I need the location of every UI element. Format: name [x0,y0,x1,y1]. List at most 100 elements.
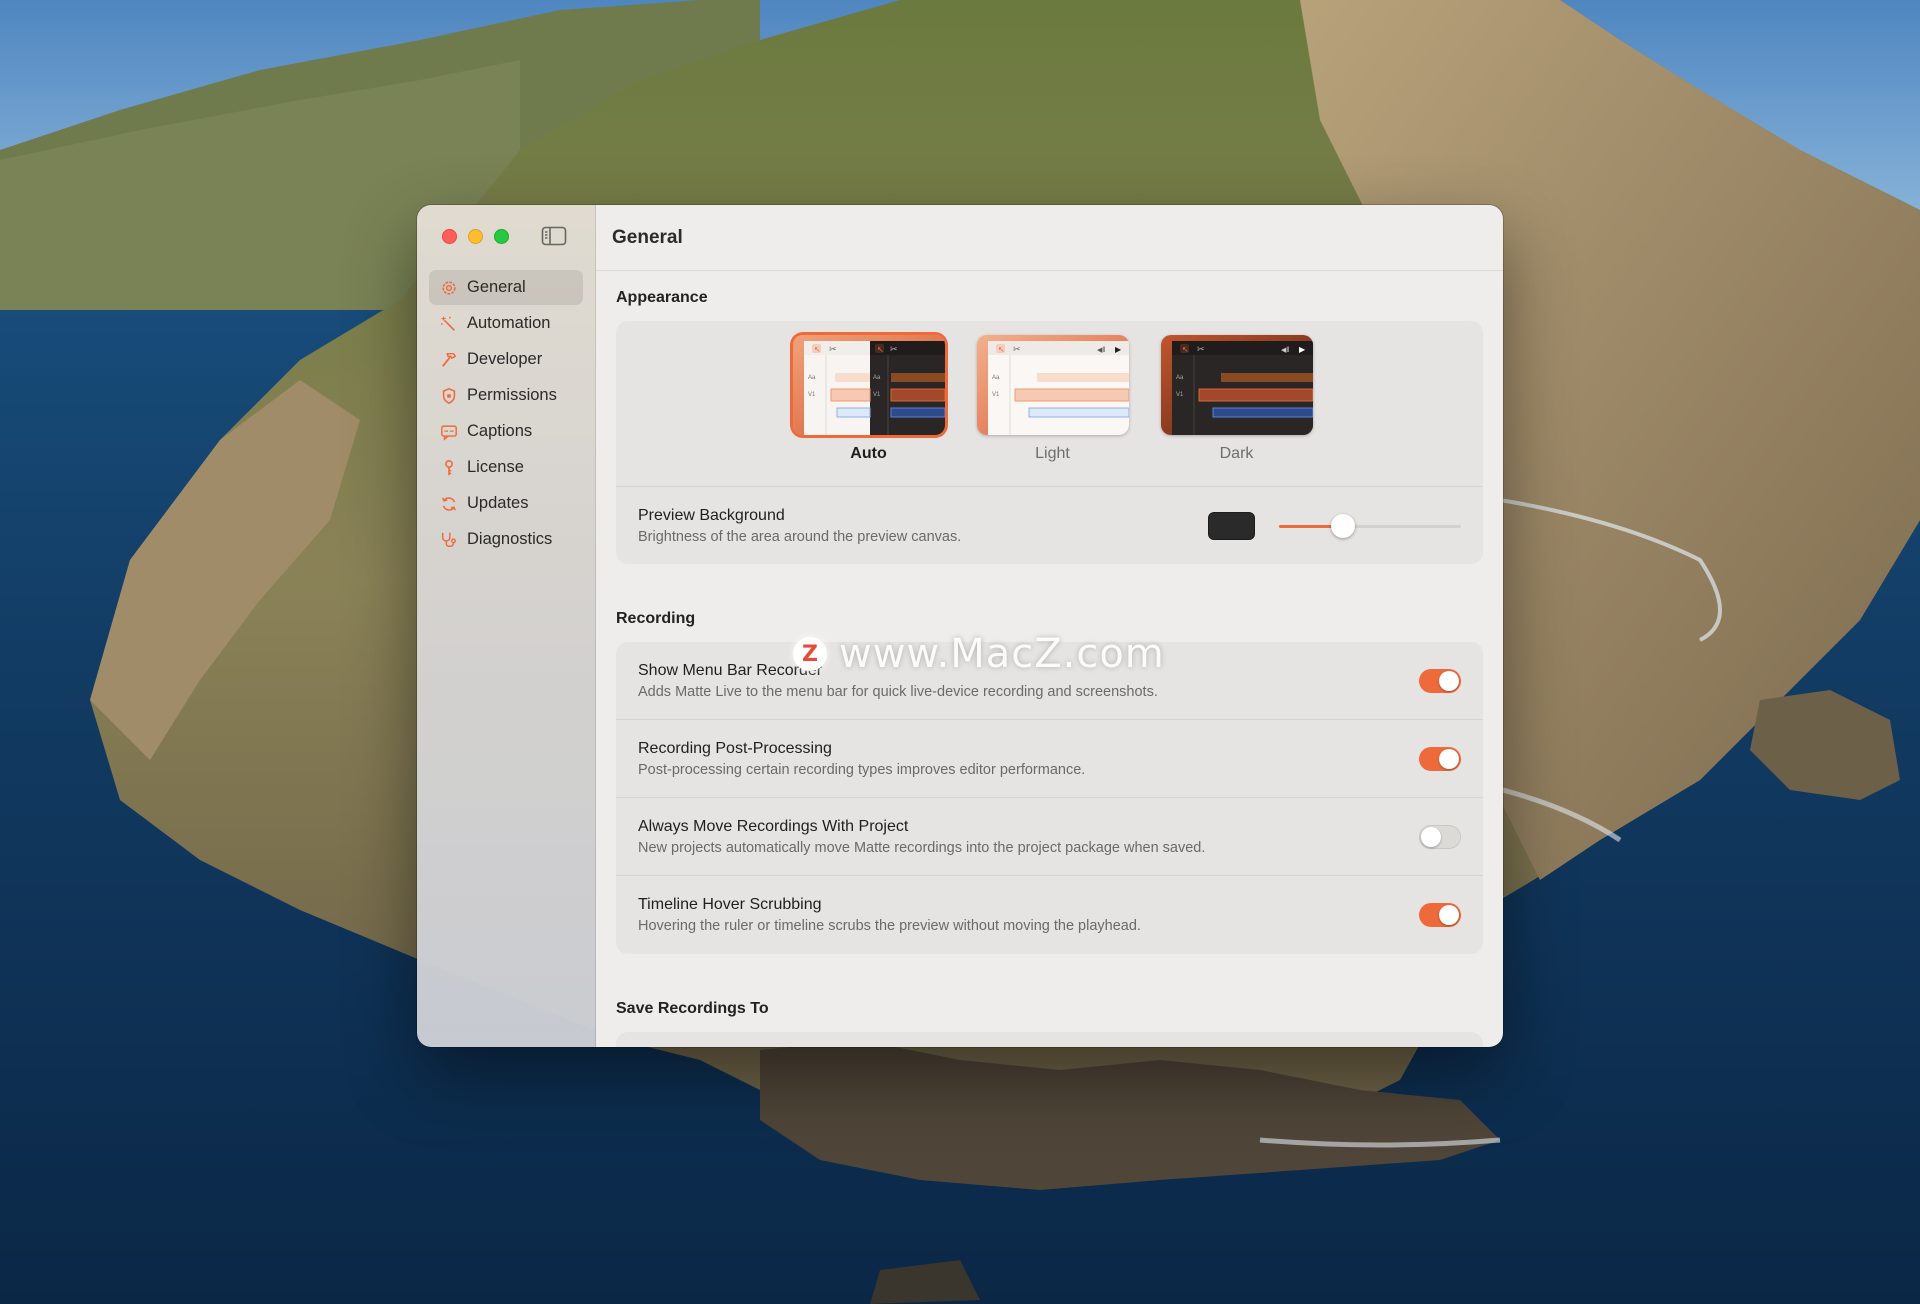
sidebar-item-label: Developer [467,350,543,368]
setting-description: Post-processing certain recording types … [638,761,1086,778]
auto-theme-thumbnail: ↖ ✂ ↖ ✂ Aa V1 Aa V1 [792,335,945,435]
svg-text:Aa: Aa [992,375,1000,381]
svg-text:Aa: Aa [873,375,881,381]
setting-description: New projects automatically move Matte re… [638,839,1206,856]
sidebar-item-captions[interactable]: Captions [429,414,583,449]
toggle-knob [1439,748,1459,769]
refresh-icon [442,496,456,511]
appearance-option-label: Light [1035,445,1070,462]
sidebar-item-label: General [467,278,526,296]
menu-bar-recorder-toggle[interactable] [1419,668,1461,693]
appearance-option-label: Dark [1219,445,1254,462]
toggle-knob [1439,905,1459,925]
toggle-knob [1421,826,1441,847]
svg-text:◀‖: ◀‖ [1097,347,1105,354]
dark-theme-thumbnail: ↖ ✂ ◀‖ ▶ Aa V1 [1160,335,1313,435]
svg-text:↖: ↖ [877,345,884,354]
svg-text:✂: ✂ [1013,344,1021,354]
svg-text:V1: V1 [808,392,816,398]
close-button[interactable] [442,229,457,244]
setting-title: Always Move Recordings With Project [638,817,909,835]
setting-text: Recording Post-Processing Post-processin… [638,740,1419,778]
svg-text:V1: V1 [992,392,1000,398]
save-recordings-section-title: Save Recordings To [616,1000,769,1017]
sidebar-item-label: License [467,458,524,476]
svg-text:↖: ↖ [998,345,1005,354]
setting-row-move-recordings: Always Move Recordings With Project New … [616,798,1483,876]
sidebar-item-label: Permissions [467,386,557,404]
settings-window: General Automation Developer Permissions… [417,205,1503,1047]
sidebar-item-permissions[interactable]: Permissions [429,378,583,413]
slider-knob[interactable] [1330,513,1355,538]
window-controls [442,229,509,244]
page-title: General [612,226,683,248]
preview-background-text: Preview Background Brightness of the are… [638,507,1208,545]
captions-icon [441,424,457,441]
preview-background-color-swatch[interactable] [1208,511,1255,540]
minimize-button[interactable] [468,229,483,244]
sidebar-item-label: Automation [467,314,551,332]
setting-row-post-processing: Recording Post-Processing Post-processin… [616,720,1483,798]
sidebar-item-diagnostics[interactable]: Diagnostics [429,522,583,557]
svg-text:V1: V1 [1176,392,1184,398]
sidebar-item-developer[interactable]: Developer [429,342,583,377]
svg-text:✂: ✂ [1197,344,1205,354]
svg-text:V1: V1 [873,392,881,398]
post-processing-toggle[interactable] [1419,746,1461,771]
hover-scrubbing-toggle[interactable] [1419,903,1461,927]
setting-row-menu-bar-recorder: Show Menu Bar Recorder Adds Matte Live t… [616,642,1483,720]
magic-wand-icon [440,315,455,331]
setting-description: Brightness of the area around the previe… [638,528,962,545]
stethoscope-icon [441,532,456,547]
setting-title: Preview Background [638,506,785,524]
save-recordings-card [616,1032,1483,1047]
appearance-option-light[interactable]: ↖ ✂ ◀‖ ▶ Aa V1 Light [976,335,1129,486]
main-pane: General Appearance ↖ ✂ ↖ ✂ Aa V1 Aa V1 A… [596,205,1503,1047]
key-icon [445,459,453,475]
sidebar-item-automation[interactable]: Automation [429,306,583,341]
appearance-option-dark[interactable]: ↖ ✂ ◀‖ ▶ Aa V1 Dark [1160,335,1313,486]
sidebar-item-license[interactable]: License [429,450,583,485]
sidebar-item-label: Updates [467,494,529,512]
svg-text:✂: ✂ [890,344,898,354]
setting-text: Timeline Hover Scrubbing Hovering the ru… [638,896,1419,934]
svg-text:↖: ↖ [814,345,821,354]
setting-title: Timeline Hover Scrubbing [638,896,822,913]
sidebar-toggle-icon[interactable] [541,225,567,247]
appearance-card: ↖ ✂ ↖ ✂ Aa V1 Aa V1 Auto ↖ ✂ ◀‖ ▶ Aa V1 … [616,321,1483,564]
svg-text:◀‖: ◀‖ [1281,347,1289,354]
recording-section-title: Recording [616,610,696,627]
setting-description: Adds Matte Live to the menu bar for quic… [638,683,1158,700]
sidebar-item-general[interactable]: General [429,270,583,305]
svg-text:▶: ▶ [1115,345,1122,354]
maximize-button[interactable] [494,229,509,244]
recording-card: Show Menu Bar Recorder Adds Matte Live t… [616,642,1483,954]
sidebar: General Automation Developer Permissions… [417,205,596,1047]
hammer-icon [441,352,457,367]
gear-icon [442,280,456,295]
sidebar-nav: General Automation Developer Permissions… [429,270,583,558]
light-theme-thumbnail: ↖ ✂ ◀‖ ▶ Aa V1 [976,335,1129,435]
svg-text:✂: ✂ [829,344,837,354]
svg-text:Aa: Aa [808,375,816,381]
svg-text:▶: ▶ [1299,345,1306,354]
appearance-option-auto[interactable]: ↖ ✂ ↖ ✂ Aa V1 Aa V1 Auto [792,335,945,486]
setting-description: Hovering the ruler or timeline scrubs th… [638,918,1141,934]
setting-text: Always Move Recordings With Project New … [638,818,1419,856]
settings-content[interactable]: Appearance ↖ ✂ ↖ ✂ Aa V1 Aa V1 Auto ↖ ✂ … [596,289,1503,1047]
appearance-options: ↖ ✂ ↖ ✂ Aa V1 Aa V1 Auto ↖ ✂ ◀‖ ▶ Aa V1 … [616,321,1483,487]
shield-icon [442,387,456,404]
preview-background-slider[interactable] [1279,513,1461,538]
toggle-knob [1439,670,1459,691]
appearance-section-title: Appearance [616,289,708,306]
sidebar-item-updates[interactable]: Updates [429,486,583,521]
sidebar-item-label: Captions [467,422,533,440]
move-recordings-toggle[interactable] [1419,824,1461,849]
title-bar: General [596,205,1503,271]
preview-background-row: Preview Background Brightness of the are… [616,487,1483,564]
setting-text: Show Menu Bar Recorder Adds Matte Live t… [638,662,1419,700]
appearance-option-label: Auto [850,445,887,462]
setting-row-hover-scrubbing: Timeline Hover Scrubbing Hovering the ru… [616,876,1483,954]
svg-text:↖: ↖ [1182,345,1189,354]
setting-title: Recording Post-Processing [638,739,832,757]
